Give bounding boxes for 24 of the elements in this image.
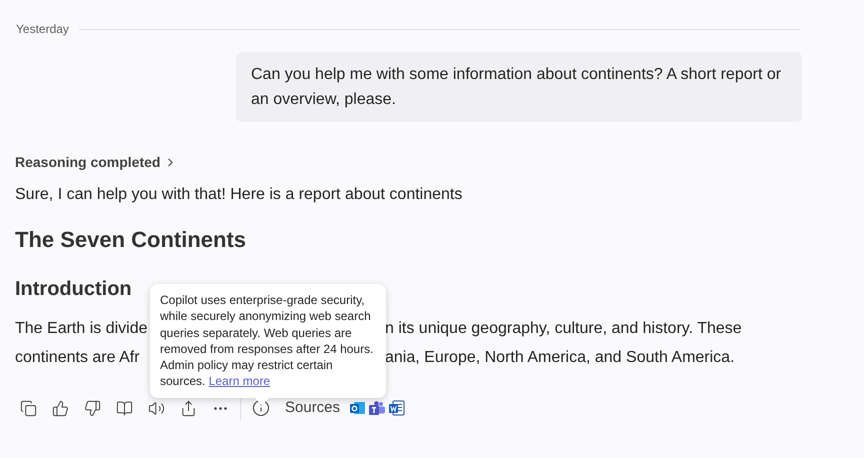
- paragraph-text: The Earth is divide: [15, 319, 149, 339]
- thumbs-up-icon: [52, 400, 68, 416]
- copy-icon: [20, 400, 36, 416]
- report-title: The Seven Continents: [15, 226, 248, 254]
- info-icon: [252, 399, 270, 417]
- team-app-icon: [369, 400, 386, 416]
- document-app-icon: [389, 400, 406, 416]
- paragraph-text: n its unique geography, culture, and history. These: [385, 319, 742, 339]
- tooltip-text: Copilot uses enterprise-grade security, while securely anonymizing web search queries separately. Web queries are removed from responses after 24 hours. Admin policy may restrict certain sources. Learn more: [160, 293, 374, 388]
- speaker-icon: [148, 400, 164, 416]
- paragraph-text: continents are Afr: [15, 348, 141, 368]
- mail-app-icon: [350, 401, 366, 415]
- more-icon: [214, 406, 226, 410]
- reasoning-toggle[interactable]: Reasoning completed: [15, 152, 178, 173]
- user-message-bubble: Can you help me with some information about continents? A short report or an overview, please.: [236, 52, 802, 122]
- sources-button[interactable]: Sources: [285, 396, 340, 420]
- learn-more-link[interactable]: Learn more: [208, 374, 270, 388]
- share-icon: [180, 400, 196, 416]
- response-intro: Sure, I can help you with that! Here is a report about continents: [15, 185, 464, 205]
- paragraph-text: ania, Europe, North America, and South America.: [385, 348, 735, 368]
- book-icon: [116, 400, 132, 416]
- section-heading: Introduction: [15, 277, 132, 302]
- date-divider-label: Yesterday: [16, 21, 69, 38]
- thumbs-down-icon: [84, 400, 100, 416]
